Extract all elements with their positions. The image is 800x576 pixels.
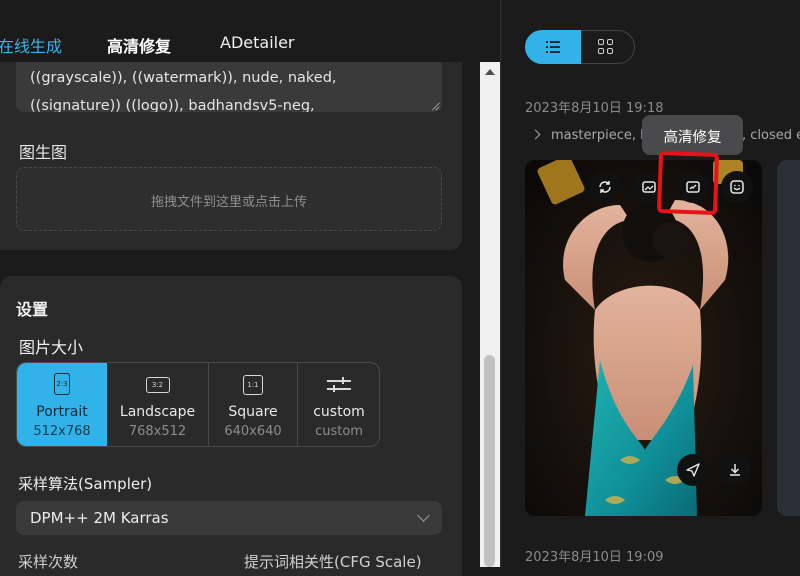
settings-title: 设置	[16, 300, 49, 319]
image-size-selector: 2:3 Portrait 512x768 3:2 Landscape 768x5…	[16, 362, 380, 447]
size-option-landscape[interactable]: 3:2 Landscape 768x512	[107, 363, 209, 446]
cfg-scale-label: 提示词相关性(CFG Scale)	[244, 553, 422, 571]
size-option-name: custom	[313, 404, 365, 420]
image-upload-dropzone[interactable]: 拖拽文件到这里或点击上传	[16, 167, 442, 231]
download-icon	[730, 464, 740, 476]
size-option-square[interactable]: 1:1 Square 640x640	[209, 363, 298, 446]
regenerate-icon	[599, 181, 611, 193]
negative-prompt-textarea[interactable]: ((grayscale)), ((watermark)), nude, nake…	[16, 62, 442, 112]
sampler-select[interactable]: DPM++ 2M Karras	[16, 501, 442, 535]
send-button[interactable]	[677, 454, 709, 486]
chevron-right-icon	[530, 129, 541, 140]
resize-handle-icon[interactable]	[432, 102, 440, 110]
sliders-icon	[327, 377, 351, 393]
face-fix-icon	[730, 180, 744, 194]
entry-prompt-tail: , closed e	[742, 128, 800, 143]
hires-fix-tooltip: 高清修复	[642, 115, 743, 155]
tab-hires-fix[interactable]: 高清修复	[107, 33, 171, 57]
sampler-label: 采样算法(Sampler)	[18, 475, 153, 493]
size-option-dim: 512x768	[33, 424, 91, 439]
scrollbar-thumb[interactable]	[484, 355, 495, 567]
size-option-name: Portrait	[36, 404, 88, 420]
entry-prompt-text: masterpiece, b	[551, 128, 649, 143]
chevron-down-icon	[417, 509, 430, 522]
entry-date: 2023年8月10日 19:18	[525, 101, 664, 116]
list-view-button[interactable]	[525, 30, 581, 64]
img2img-label: 图生图	[19, 143, 68, 162]
size-option-name: Square	[228, 404, 278, 420]
landscape-ratio-icon: 3:2	[145, 377, 170, 393]
portrait-ratio-icon: 2:3	[54, 373, 70, 395]
tab-bar: 在线生成 高清修复 ADetailer	[0, 0, 480, 62]
image-to-image-icon	[642, 181, 656, 193]
send-icon	[686, 463, 700, 477]
size-option-dim: 640x640	[224, 424, 282, 439]
download-button[interactable]	[719, 454, 751, 486]
scroll-up-arrow-icon[interactable]	[485, 69, 495, 75]
upload-hint: 拖拽文件到这里或点击上传	[150, 195, 307, 210]
size-option-custom[interactable]: custom custom	[298, 363, 379, 446]
size-option-name: Landscape	[119, 404, 196, 420]
entry-prompt-toggle[interactable]: masterpiece, b	[530, 128, 649, 143]
negative-prompt-line-2: ((signature)) ((logo)), badhandsv5-neg,	[30, 98, 315, 112]
face-fix-button[interactable]	[721, 171, 753, 203]
negative-prompt-line-1: ((grayscale)), ((watermark)), nude, nake…	[30, 70, 337, 86]
highlight-annotation-box	[656, 150, 720, 216]
list-icon	[546, 41, 560, 53]
size-option-dim: custom	[315, 424, 363, 439]
image-size-label: 图片大小	[19, 338, 84, 357]
sampler-value: DPM++ 2M Karras	[30, 509, 169, 527]
tab-online-generate[interactable]: 在线生成	[0, 33, 62, 57]
square-ratio-icon: 1:1	[243, 375, 263, 395]
size-option-dim: 768x512	[128, 424, 187, 439]
generated-image-next[interactable]	[777, 160, 800, 516]
tab-adetailer[interactable]: ADetailer	[220, 33, 295, 52]
size-option-portrait[interactable]: 2:3 Portrait 512x768	[17, 363, 107, 446]
tooltip-text: 高清修复	[663, 130, 722, 146]
entry-date: 2023年8月10日 19:09	[525, 550, 664, 565]
grid-icon	[598, 39, 604, 45]
grid-view-button[interactable]	[598, 39, 614, 55]
sampling-steps-label: 采样次数	[18, 553, 79, 571]
regenerate-button[interactable]	[589, 171, 621, 203]
